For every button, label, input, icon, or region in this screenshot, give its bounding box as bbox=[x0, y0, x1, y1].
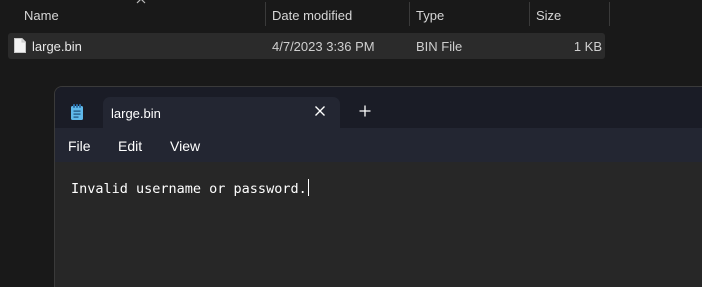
menu-bar: File Edit View bbox=[55, 128, 702, 162]
column-header-date-label: Date modified bbox=[272, 8, 353, 23]
column-header-type-label: Type bbox=[416, 8, 445, 23]
file-name: large.bin bbox=[32, 39, 82, 54]
file-date-modified: 4/7/2023 3:36 PM bbox=[272, 39, 375, 54]
column-divider[interactable] bbox=[609, 2, 610, 26]
file-row[interactable]: large.bin 4/7/2023 3:36 PM BIN File 1 KB bbox=[8, 33, 605, 59]
file-size: 1 KB bbox=[573, 39, 602, 54]
file-type: BIN File bbox=[416, 39, 463, 54]
editor-text: Invalid username or password. bbox=[71, 181, 307, 197]
close-icon[interactable] bbox=[313, 104, 327, 118]
column-header-size-label: Size bbox=[536, 8, 562, 23]
notepad-window: large.bin File Edit View Invalid usernam… bbox=[54, 86, 702, 287]
document-tab[interactable]: large.bin bbox=[103, 97, 340, 129]
file-icon bbox=[14, 38, 26, 53]
menu-edit[interactable]: Edit bbox=[118, 138, 142, 154]
title-bar[interactable]: large.bin bbox=[55, 87, 702, 129]
column-header-name[interactable]: Name bbox=[0, 0, 266, 30]
new-tab-plus-icon[interactable] bbox=[358, 104, 372, 118]
column-header-type[interactable]: Type bbox=[410, 0, 530, 30]
text-editor[interactable]: Invalid username or password. bbox=[55, 162, 702, 287]
text-caret bbox=[307, 179, 309, 196]
sort-ascending-icon bbox=[136, 0, 146, 4]
column-header-date-modified[interactable]: Date modified bbox=[266, 0, 410, 30]
menu-file[interactable]: File bbox=[68, 138, 91, 154]
editor-content-line: Invalid username or password. bbox=[71, 179, 309, 197]
notepad-app-icon bbox=[71, 104, 83, 120]
file-explorer-list: Name Date modified Type Size large.bin 4… bbox=[0, 0, 702, 82]
column-header-name-label: Name bbox=[24, 8, 59, 23]
tab-title: large.bin bbox=[111, 106, 161, 121]
menu-view[interactable]: View bbox=[170, 138, 200, 154]
column-header-size[interactable]: Size bbox=[530, 0, 610, 30]
